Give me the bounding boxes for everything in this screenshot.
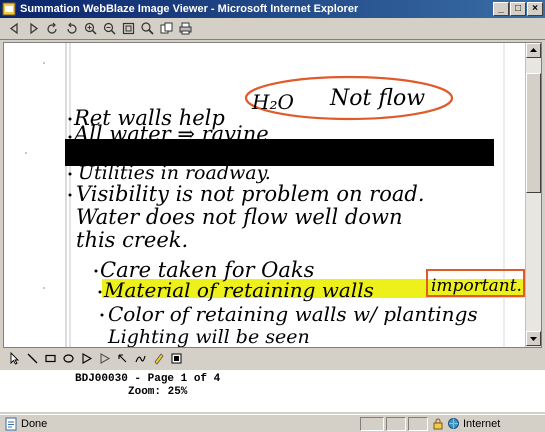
- rotate-right-button[interactable]: [63, 20, 80, 37]
- status-cell-1: [360, 417, 384, 431]
- rotate-right-icon: [67, 22, 77, 34]
- polygon-icon: [81, 352, 92, 364]
- arrow-down-icon: [530, 337, 537, 341]
- ie-app-icon: [2, 2, 16, 16]
- next-page-button[interactable]: [25, 20, 42, 37]
- ellipse-tool-button[interactable]: [61, 351, 75, 365]
- line-tool-button[interactable]: [25, 351, 39, 365]
- previous-page-button[interactable]: [6, 20, 23, 37]
- arrow-tool-button[interactable]: [115, 351, 129, 365]
- zoom-out-button[interactable]: [101, 20, 118, 37]
- note-line-1b: H₂O: [251, 90, 294, 114]
- pointer-icon: [10, 351, 19, 365]
- zoom-region-button[interactable]: [139, 20, 156, 37]
- printer-icon: [179, 22, 192, 35]
- note-tool-button[interactable]: [169, 351, 183, 365]
- fit-page-icon: [122, 22, 135, 35]
- line-icon: [27, 353, 37, 363]
- select-tool-button[interactable]: [7, 351, 21, 365]
- freehand-tool-button[interactable]: [133, 351, 147, 365]
- window-title: Summation WebBlaze Image Viewer - Micros…: [20, 3, 359, 15]
- note-line-10: Lighting will be seen: [107, 326, 310, 347]
- fit-page-button[interactable]: [120, 20, 137, 37]
- annotation-toolbar: [3, 349, 542, 367]
- document-page-label: BDJ00030 - Page 1 of 4: [75, 373, 221, 385]
- print-button[interactable]: [177, 20, 194, 37]
- rotate-left-icon: [47, 22, 57, 34]
- maximize-button[interactable]: □: [510, 2, 526, 16]
- scroll-thumb[interactable]: [526, 73, 541, 193]
- zone-label: Internet: [463, 417, 501, 430]
- status-text: Done: [21, 418, 48, 430]
- status-done: Done: [4, 417, 47, 431]
- zoom-out-icon: [103, 22, 116, 35]
- security-zone: Internet: [432, 417, 500, 430]
- filled-polygon-tool-button[interactable]: [97, 351, 111, 365]
- status-bar: Done Internet: [0, 414, 545, 432]
- rectangle-tool-button[interactable]: [43, 351, 57, 365]
- note-line-8b: important.: [431, 276, 522, 296]
- scroll-down-button[interactable]: [526, 331, 541, 346]
- rectangle-icon: [44, 354, 56, 362]
- zoom-label: Zoom: 25%: [128, 386, 188, 398]
- globe-icon: [448, 418, 459, 429]
- viewer-toolbar: [0, 18, 545, 40]
- scroll-up-button[interactable]: [526, 43, 541, 58]
- copy-button[interactable]: [158, 20, 175, 37]
- arrow-icon: [117, 353, 126, 362]
- browser-window: Summation WebBlaze Image Viewer - Micros…: [0, 0, 545, 432]
- note-line-6: this creek.: [76, 228, 188, 252]
- rotate-left-button[interactable]: [44, 20, 61, 37]
- minimize-button[interactable]: _: [493, 2, 509, 16]
- note-line-3: Utilities in roadway.: [78, 162, 271, 184]
- title-bar: Summation WebBlaze Image Viewer - Micros…: [0, 0, 545, 18]
- arrow-left-icon: [10, 22, 18, 35]
- document-info: BDJ00030 - Page 1 of 4 Zoom: 25%: [0, 370, 545, 412]
- image-viewer-pane[interactable]: Ret walls help H₂O Not flow All water ⇒ …: [3, 42, 542, 348]
- copy-icon: [160, 22, 173, 34]
- magnifier-icon: [141, 22, 154, 35]
- window-controls: _ □ ×: [493, 2, 543, 16]
- document-page: Ret walls help H₂O Not flow All water ⇒ …: [4, 43, 526, 347]
- note-line-5: Water does not flow well down: [76, 205, 403, 229]
- lock-icon: [433, 418, 443, 430]
- handwritten-note-image: Ret walls help H₂O Not flow All water ⇒ …: [25, 43, 525, 347]
- note-line-8: Material of retaining walls: [103, 278, 374, 302]
- vertical-scrollbar[interactable]: [525, 43, 541, 347]
- note-line-1c: Not flow: [329, 86, 425, 111]
- zoom-in-icon: [84, 22, 97, 35]
- polygon-tool-button[interactable]: [79, 351, 93, 365]
- note-line-4: Visibility is not problem on road.: [76, 182, 425, 206]
- arrow-right-icon: [30, 22, 38, 35]
- highlighter-icon: [153, 352, 164, 365]
- status-cell-3: [408, 417, 428, 431]
- ellipse-icon: [62, 353, 74, 363]
- highlighter-tool-button[interactable]: [151, 351, 165, 365]
- note-line-9: Color of retaining walls w/ plantings: [108, 302, 478, 326]
- note-icon: [171, 353, 181, 363]
- freehand-icon: [134, 355, 146, 362]
- status-cell-2: [386, 417, 406, 431]
- close-button[interactable]: ×: [527, 2, 543, 16]
- page-icon: [5, 417, 17, 431]
- zoom-in-button[interactable]: [82, 20, 99, 37]
- arrow-up-icon: [530, 48, 537, 52]
- filled-polygon-icon: [99, 352, 110, 364]
